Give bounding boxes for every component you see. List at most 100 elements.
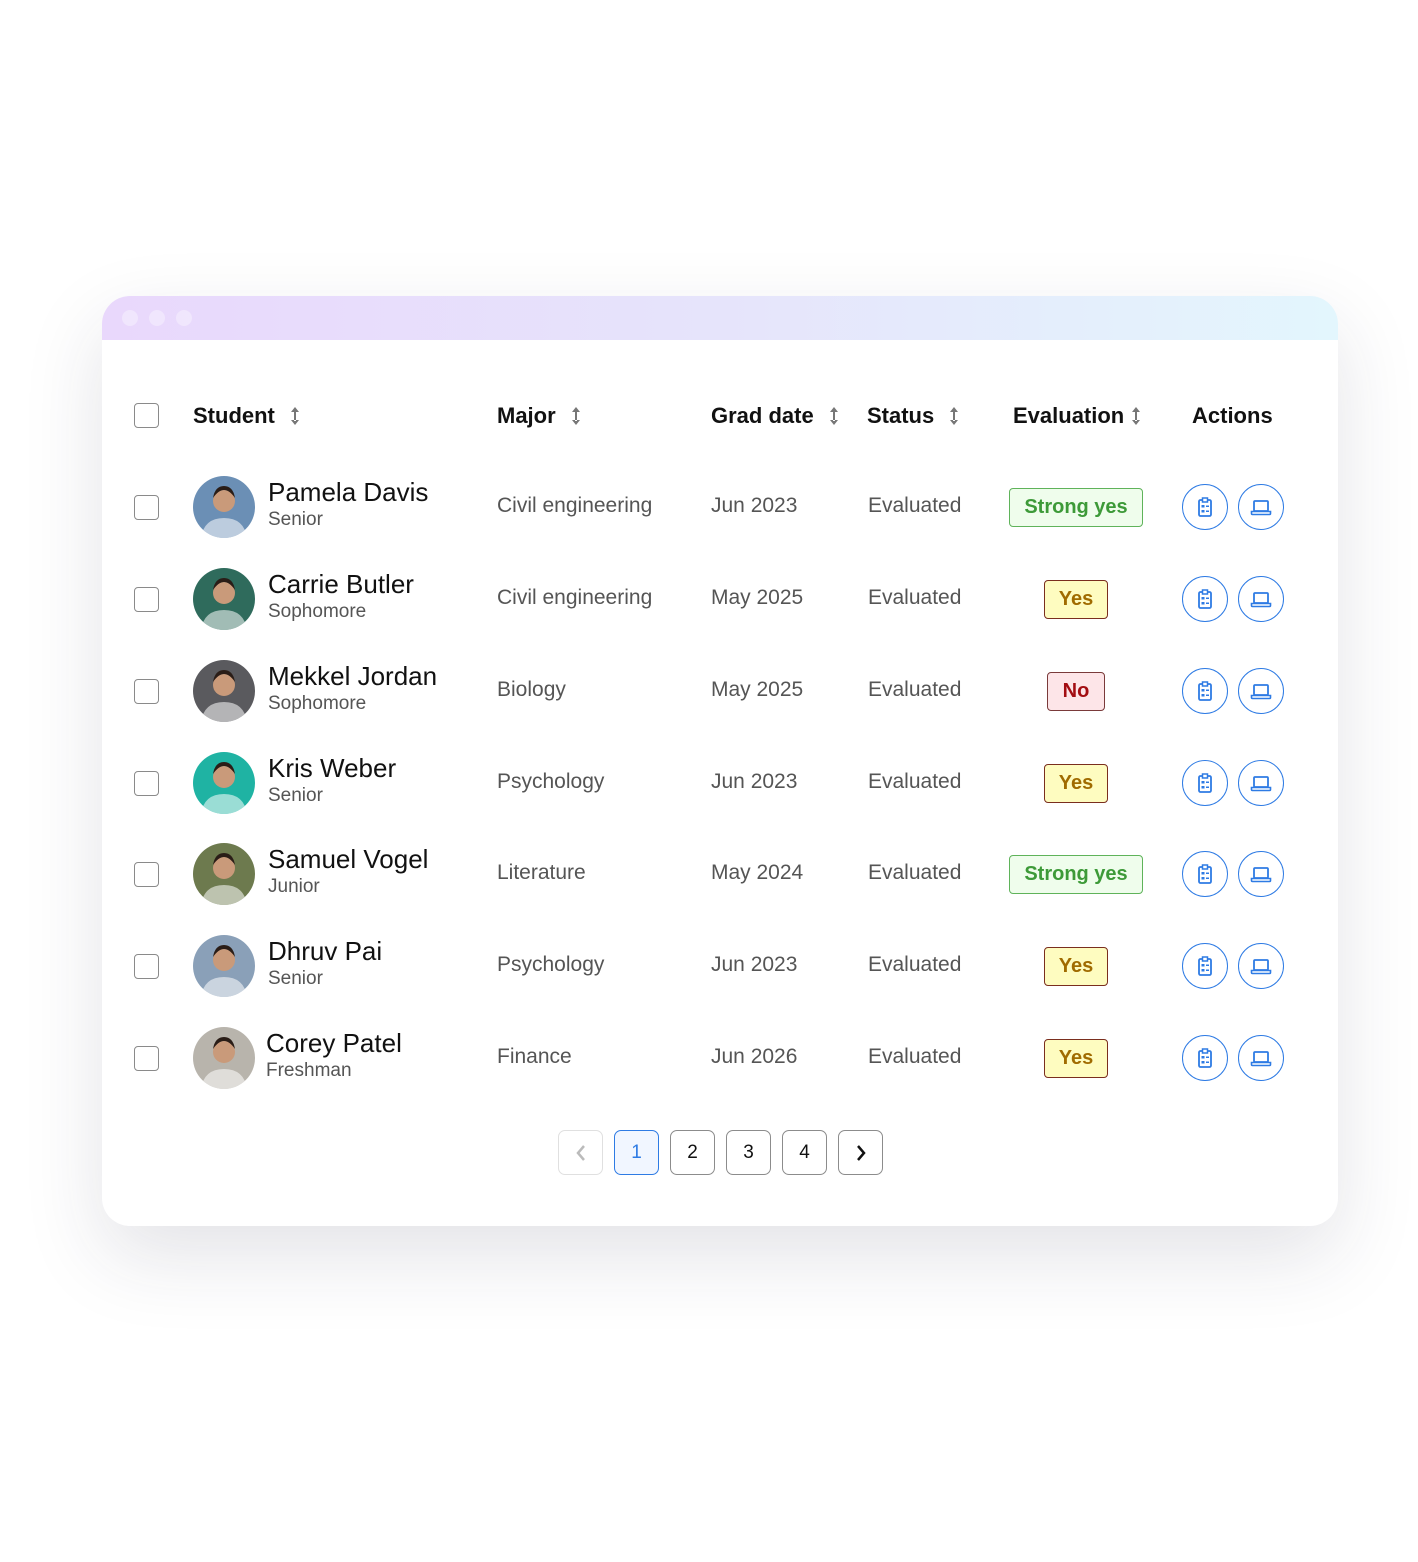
- pagination: 1 2 3 4: [558, 1130, 883, 1175]
- student-level: Junior: [268, 876, 320, 897]
- grad-date: Jun 2026: [711, 1045, 798, 1068]
- person-photo-icon: [201, 578, 247, 630]
- sort-icon[interactable]: [289, 405, 301, 427]
- evaluate-button[interactable]: [1182, 760, 1228, 806]
- page-button-1[interactable]: 1: [614, 1130, 659, 1175]
- person-photo-icon: [201, 670, 247, 722]
- laptop-icon: [1250, 865, 1272, 883]
- person-photo-icon: [201, 486, 247, 538]
- view-profile-button[interactable]: [1238, 760, 1284, 806]
- row-checkbox[interactable]: [134, 954, 159, 979]
- table-row: Carrie Butler Sophomore Civil engineerin…: [102, 559, 1338, 639]
- student-name[interactable]: Carrie Butler: [268, 569, 414, 600]
- chevron-left-icon: [575, 1144, 585, 1161]
- grad-date: Jun 2023: [711, 494, 798, 517]
- student-level: Senior: [268, 968, 323, 989]
- clipboard-icon: [1196, 864, 1214, 884]
- evaluate-button[interactable]: [1182, 668, 1228, 714]
- avatar: [193, 843, 255, 905]
- sort-icon[interactable]: [828, 405, 840, 427]
- sort-icon[interactable]: [570, 405, 582, 427]
- evaluation-badge: Yes: [1044, 764, 1108, 803]
- laptop-icon: [1250, 498, 1272, 516]
- row-checkbox[interactable]: [134, 679, 159, 704]
- status: Evaluated: [868, 494, 962, 517]
- page-button-3[interactable]: 3: [726, 1130, 771, 1175]
- evaluate-button[interactable]: [1182, 484, 1228, 530]
- table-row: Kris Weber Senior Psychology Jun 2023 Ev…: [102, 743, 1338, 823]
- sort-icon[interactable]: [948, 405, 960, 427]
- status: Evaluated: [868, 678, 962, 701]
- major: Finance: [497, 1045, 572, 1068]
- row-checkbox[interactable]: [134, 771, 159, 796]
- view-profile-button[interactable]: [1238, 668, 1284, 714]
- avatar: [193, 935, 255, 997]
- student-name[interactable]: Dhruv Pai: [268, 936, 382, 967]
- page-button-2[interactable]: 2: [670, 1130, 715, 1175]
- evaluation-badge: Yes: [1044, 947, 1108, 986]
- evaluate-button[interactable]: [1182, 851, 1228, 897]
- row-checkbox[interactable]: [134, 587, 159, 612]
- evaluation-badge: Strong yes: [1009, 488, 1143, 527]
- window-titlebar: [102, 296, 1338, 340]
- view-profile-button[interactable]: [1238, 576, 1284, 622]
- student-name[interactable]: Corey Patel: [266, 1028, 402, 1059]
- avatar: [193, 568, 255, 630]
- avatar: [193, 476, 255, 538]
- table-row: Corey Patel Freshman Finance Jun 2026 Ev…: [102, 1018, 1338, 1098]
- evaluate-button[interactable]: [1182, 1035, 1228, 1081]
- row-checkbox[interactable]: [134, 495, 159, 520]
- clipboard-icon: [1196, 497, 1214, 517]
- view-profile-button[interactable]: [1238, 484, 1284, 530]
- column-header-evaluation[interactable]: Evaluation: [1013, 402, 1142, 430]
- major: Literature: [497, 861, 586, 884]
- avatar: [193, 1027, 255, 1089]
- row-checkbox[interactable]: [134, 1046, 159, 1071]
- sort-icon[interactable]: [1130, 405, 1142, 427]
- clipboard-icon: [1196, 681, 1214, 701]
- evaluate-button[interactable]: [1182, 576, 1228, 622]
- student-name[interactable]: Kris Weber: [268, 753, 396, 784]
- student-name[interactable]: Mekkel Jordan: [268, 661, 437, 692]
- person-photo-icon: [201, 1037, 247, 1089]
- page-button-4[interactable]: 4: [782, 1130, 827, 1175]
- evaluation-badge: Strong yes: [1009, 855, 1143, 894]
- major: Psychology: [497, 770, 605, 793]
- person-photo-icon: [201, 853, 247, 905]
- select-all-checkbox[interactable]: [134, 403, 159, 428]
- avatar: [193, 660, 255, 722]
- window-dot: [176, 310, 192, 326]
- column-header-grad-date[interactable]: Grad date: [711, 402, 840, 430]
- laptop-icon: [1250, 1049, 1272, 1067]
- student-level: Senior: [268, 785, 323, 806]
- evaluation-badge: Yes: [1044, 1039, 1108, 1078]
- window-dot: [149, 310, 165, 326]
- column-header-status[interactable]: Status: [867, 402, 960, 430]
- column-header-major[interactable]: Major: [497, 402, 582, 430]
- view-profile-button[interactable]: [1238, 1035, 1284, 1081]
- major: Civil engineering: [497, 494, 653, 517]
- student-level: Senior: [268, 509, 323, 530]
- student-name[interactable]: Samuel Vogel: [268, 844, 428, 875]
- student-level: Freshman: [266, 1060, 352, 1081]
- previous-page-button[interactable]: [558, 1130, 603, 1175]
- person-photo-icon: [201, 945, 247, 997]
- major: Psychology: [497, 953, 605, 976]
- table-row: Samuel Vogel Junior Literature May 2024 …: [102, 834, 1338, 914]
- table-row: Pamela Davis Senior Civil engineering Ju…: [102, 467, 1338, 547]
- column-header-student[interactable]: Student: [193, 402, 301, 430]
- laptop-icon: [1250, 682, 1272, 700]
- evaluate-button[interactable]: [1182, 943, 1228, 989]
- view-profile-button[interactable]: [1238, 943, 1284, 989]
- laptop-icon: [1250, 957, 1272, 975]
- grad-date: May 2025: [711, 586, 804, 609]
- clipboard-icon: [1196, 589, 1214, 609]
- next-page-button[interactable]: [838, 1130, 883, 1175]
- avatar: [193, 752, 255, 814]
- student-level: Sophomore: [268, 601, 367, 622]
- view-profile-button[interactable]: [1238, 851, 1284, 897]
- row-checkbox[interactable]: [134, 862, 159, 887]
- status: Evaluated: [868, 1045, 962, 1068]
- student-name[interactable]: Pamela Davis: [268, 477, 428, 508]
- clipboard-icon: [1196, 956, 1214, 976]
